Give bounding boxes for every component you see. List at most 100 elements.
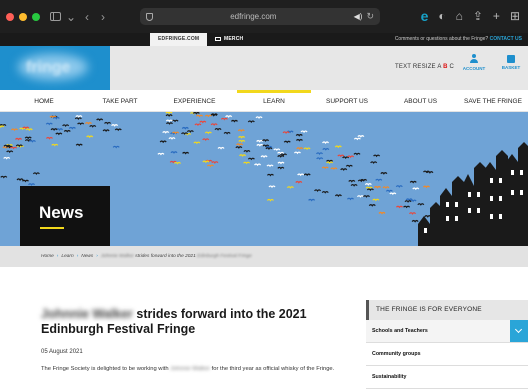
bird-mark [165, 112, 173, 115]
text-resize-control: TEXT RESIZE A B C [395, 64, 454, 70]
privacy-icon[interactable]: ◐ [438, 8, 445, 24]
address-bar[interactable]: edfringe.com ◀) ↻ [140, 8, 380, 25]
bird-mark [171, 119, 179, 123]
bird-mark [214, 127, 222, 131]
back-icon[interactable]: ‹ [79, 10, 95, 24]
bird-mark [326, 159, 334, 163]
minimize-window-button[interactable] [19, 12, 27, 21]
share-icon[interactable]: ⇪ [473, 8, 483, 24]
sidebar-icon[interactable] [50, 12, 61, 21]
bird-mark [84, 121, 92, 125]
merch-link[interactable]: MERCH [207, 33, 251, 46]
bird-mark [277, 155, 285, 158]
new-tab-icon[interactable]: + [493, 8, 500, 24]
home-icon[interactable]: ⌂ [456, 8, 463, 24]
logo-text: fringe [26, 59, 71, 76]
panel-item-label: Schools and Teachers [372, 328, 428, 334]
breadcrumb-home[interactable]: Home [41, 254, 54, 259]
bird-mark [424, 215, 432, 218]
bird-mark [15, 137, 23, 141]
basket-button[interactable]: BASKET [496, 54, 526, 70]
bird-mark [6, 150, 14, 154]
bird-mark [51, 143, 59, 147]
panel-item-community[interactable]: Community groups [366, 343, 528, 366]
breadcrumb: Home › Learn › News › Johnnie Walker strides f… [0, 246, 528, 267]
nav-home[interactable]: HOME [0, 90, 88, 112]
bird-mark [353, 137, 361, 141]
bird-mark [50, 128, 58, 131]
bird-mark [408, 212, 417, 215]
text-size-a[interactable]: A [437, 64, 441, 70]
breadcrumb-learn[interactable]: Learn [61, 254, 73, 259]
bird-mark [19, 127, 27, 131]
bird-mark [330, 167, 338, 171]
account-button[interactable]: ACCOUNT [459, 54, 489, 71]
bird-mark [266, 198, 274, 202]
nav-experience[interactable]: EXPERIENCE [152, 90, 237, 112]
bird-mark [297, 173, 305, 177]
zoom-window-button[interactable] [32, 12, 40, 21]
reload-icon[interactable]: ↻ [366, 11, 374, 22]
bird-mark [238, 135, 246, 139]
headline-brand: Johnnie Walker [41, 307, 133, 321]
extension-icon[interactable]: e [421, 8, 429, 24]
bird-mark [340, 168, 348, 171]
edfringe-link[interactable]: EDFRINGE.COM [150, 33, 208, 46]
tab-overview-icon[interactable]: ⊞ [510, 8, 520, 24]
panel-item-label: Sustainability [372, 374, 407, 380]
bird-mark [235, 146, 243, 149]
shield-icon[interactable] [146, 12, 153, 21]
bird-mark [286, 186, 294, 189]
breadcrumb-current-tail: Edinburgh Festival Fringe [197, 254, 252, 259]
nav-save-the-fringe[interactable]: SAVE THE FRINGE [458, 90, 528, 112]
text-size-c[interactable]: C [449, 64, 454, 70]
chevron-down-icon[interactable]: ⌄ [63, 10, 79, 24]
bird-mark [277, 161, 285, 165]
bird-mark [417, 203, 425, 206]
bird-mark [28, 139, 36, 143]
bird-mark [45, 122, 53, 126]
bird-mark [159, 140, 167, 144]
bird-mark [372, 198, 380, 202]
text-size-b[interactable]: B [443, 64, 448, 70]
bird-mark [378, 211, 386, 215]
bird-mark [296, 147, 304, 150]
bird-mark [243, 161, 251, 165]
bird-mark [426, 171, 434, 174]
bird-mark [395, 205, 403, 209]
panel-item-schools[interactable]: Schools and Teachers [366, 320, 528, 343]
bird-mark [345, 164, 353, 168]
bird-mark [0, 175, 8, 179]
panel-item-sustainability[interactable]: Sustainability [366, 366, 528, 389]
bird-mark [256, 143, 264, 147]
article-body: The Fringe Society is delighted to be wo… [41, 365, 341, 374]
forward-icon[interactable]: › [95, 10, 111, 24]
bird-mark [347, 155, 355, 159]
cart-icon [215, 36, 221, 41]
breadcrumb-news[interactable]: News [81, 254, 93, 259]
bird-mark [303, 147, 311, 151]
site-header: fringe TEXT RESIZE A B C ACCOUNT BASKET [0, 46, 528, 90]
close-window-button[interactable] [6, 12, 14, 21]
bird-mark [370, 161, 378, 164]
bird-mark [357, 179, 365, 183]
panel-item-label: Community groups [372, 351, 421, 357]
chevron-down-icon[interactable] [510, 320, 528, 342]
panel-title: THE FRINGE IS FOR EVERYONE [366, 300, 528, 320]
speaker-icon[interactable]: ◀) [354, 12, 363, 21]
nav-learn[interactable]: LEARN [237, 90, 311, 112]
contact-us-link[interactable]: CONTACT US [490, 36, 522, 42]
nav-take-part[interactable]: TAKE PART [88, 90, 152, 112]
bird-mark [262, 144, 270, 148]
basket-icon [507, 55, 515, 63]
bird-mark [404, 200, 412, 203]
nav-about-us[interactable]: ABOUT US [383, 90, 458, 112]
fringe-logo[interactable]: fringe [0, 46, 110, 90]
bird-mark [280, 153, 288, 157]
nav-support-us[interactable]: SUPPORT US [311, 90, 383, 112]
bird-mark [181, 126, 189, 130]
bird-mark [348, 179, 356, 183]
bird-mark [282, 131, 290, 134]
bird-mark [25, 128, 33, 132]
bird-mark [395, 185, 403, 188]
